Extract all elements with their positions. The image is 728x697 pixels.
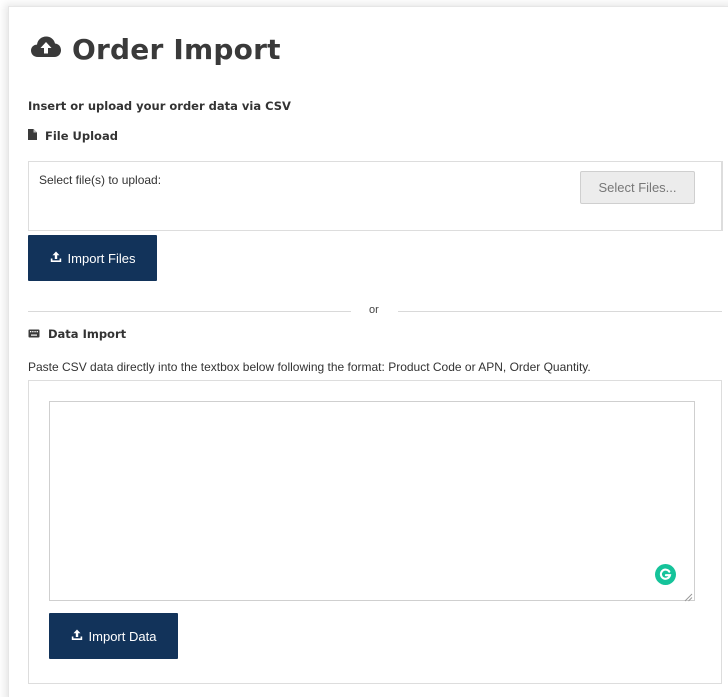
file-upload-prompt: Select file(s) to upload: (39, 173, 162, 187)
page-title-text: Order Import (72, 32, 281, 66)
file-icon (28, 129, 37, 143)
import-data-button[interactable]: Import Data (49, 613, 178, 659)
file-upload-heading-text: File Upload (45, 129, 118, 143)
csv-data-textarea[interactable] (49, 401, 695, 601)
import-files-button[interactable]: Import Files (28, 235, 157, 281)
divider-right (398, 311, 722, 312)
keyboard-icon (28, 327, 40, 341)
import-files-label: Import Files (67, 250, 136, 266)
grammarly-icon[interactable] (655, 564, 676, 585)
upload-icon (71, 629, 83, 644)
panel-divider-edge (722, 161, 723, 231)
import-data-label: Import Data (88, 628, 157, 644)
intro-subheading: Insert or upload your order data via CSV (28, 99, 291, 113)
file-upload-panel: Select file(s) to upload: Select Files..… (28, 161, 722, 231)
cloud-upload-icon (30, 35, 62, 64)
data-import-heading: Data Import (28, 327, 126, 341)
divider-or: or (369, 304, 379, 316)
select-files-button[interactable]: Select Files... (580, 171, 695, 204)
data-import-instructions: Paste CSV data directly into the textbox… (28, 360, 591, 374)
upload-icon (50, 251, 62, 266)
textarea-resize-handle[interactable] (683, 589, 693, 602)
data-import-heading-text: Data Import (48, 327, 127, 341)
divider-left (28, 311, 351, 312)
file-upload-heading: File Upload (28, 129, 118, 143)
page-title: Order Import (30, 29, 281, 69)
